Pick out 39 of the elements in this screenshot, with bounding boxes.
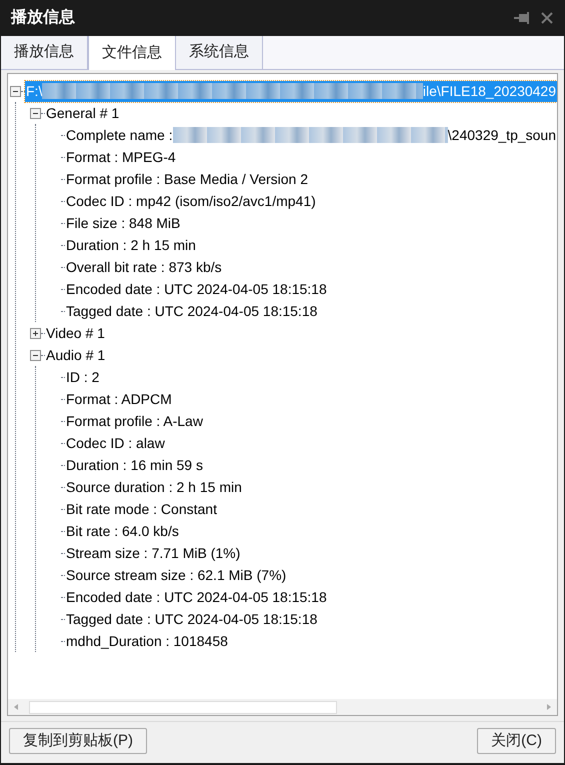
tree-item[interactable]: Codec ID : alaw	[65, 432, 557, 454]
tree-item[interactable]: Overall bit rate : 873 kb/s	[65, 256, 557, 278]
tree-item[interactable]: Bit rate mode : Constant	[65, 498, 557, 520]
tree-item[interactable]: Complete name : \240329_tp_soun	[65, 124, 557, 146]
tree-item[interactable]: Source stream size : 62.1 MiB (7%)	[65, 564, 557, 586]
tree-item[interactable]: Audio # 1	[45, 344, 557, 366]
tree-item[interactable]: mdhd_Duration : 1018458	[65, 630, 557, 652]
tree-item[interactable]: Format profile : A-Law	[65, 410, 557, 432]
horizontal-scrollbar[interactable]	[8, 699, 557, 715]
tree-item[interactable]: Source duration : 2 h 15 min	[65, 476, 557, 498]
copy-button[interactable]: 复制到剪贴板(P)	[9, 728, 147, 754]
tree-item[interactable]: Duration : 16 min 59 s	[65, 454, 557, 476]
tree-item[interactable]: Stream size : 7.71 MiB (1%)	[65, 542, 557, 564]
tree-item[interactable]: Encoded date : UTC 2024-04-05 18:15:18	[65, 586, 557, 608]
tree-item[interactable]: Codec ID : mp42 (isom/iso2/avc1/mp41)	[65, 190, 557, 212]
tree-item[interactable]: ID : 2	[65, 366, 557, 388]
pin-icon[interactable]	[514, 11, 530, 25]
collapse-icon[interactable]	[30, 350, 41, 360]
tree-item[interactable]: Tagged date : UTC 2024-04-05 18:15:18	[65, 608, 557, 630]
tab[interactable]: 播放信息	[1, 36, 88, 69]
tree-item[interactable]: Format : MPEG-4	[65, 146, 557, 168]
tree-item[interactable]: Format profile : Base Media / Version 2	[65, 168, 557, 190]
tree-item[interactable]: Tagged date : UTC 2024-04-05 18:15:18	[65, 300, 557, 322]
close-icon[interactable]	[540, 11, 554, 25]
close-button[interactable]: 关闭(C)	[477, 728, 556, 754]
collapse-icon[interactable]	[10, 86, 21, 96]
tree-item[interactable]: Bit rate : 64.0 kb/s	[65, 520, 557, 542]
tab[interactable]: 系统信息	[176, 36, 263, 69]
tree-item[interactable]: File size : 848 MiB	[65, 212, 557, 234]
collapse-icon[interactable]	[30, 108, 41, 118]
tree-item[interactable]: Format : ADPCM	[65, 388, 557, 410]
tree-item[interactable]: General # 1	[45, 102, 557, 124]
scrollbar-thumb[interactable]	[29, 700, 337, 714]
tree-item[interactable]: Duration : 2 h 15 min	[65, 234, 557, 256]
tree-item[interactable]: Encoded date : UTC 2024-04-05 18:15:18	[65, 278, 557, 300]
window-title: 播放信息	[11, 8, 75, 28]
tab[interactable]: 文件信息	[88, 36, 176, 70]
tree-item[interactable]: Video # 1	[45, 322, 557, 344]
expand-icon[interactable]	[30, 328, 41, 338]
